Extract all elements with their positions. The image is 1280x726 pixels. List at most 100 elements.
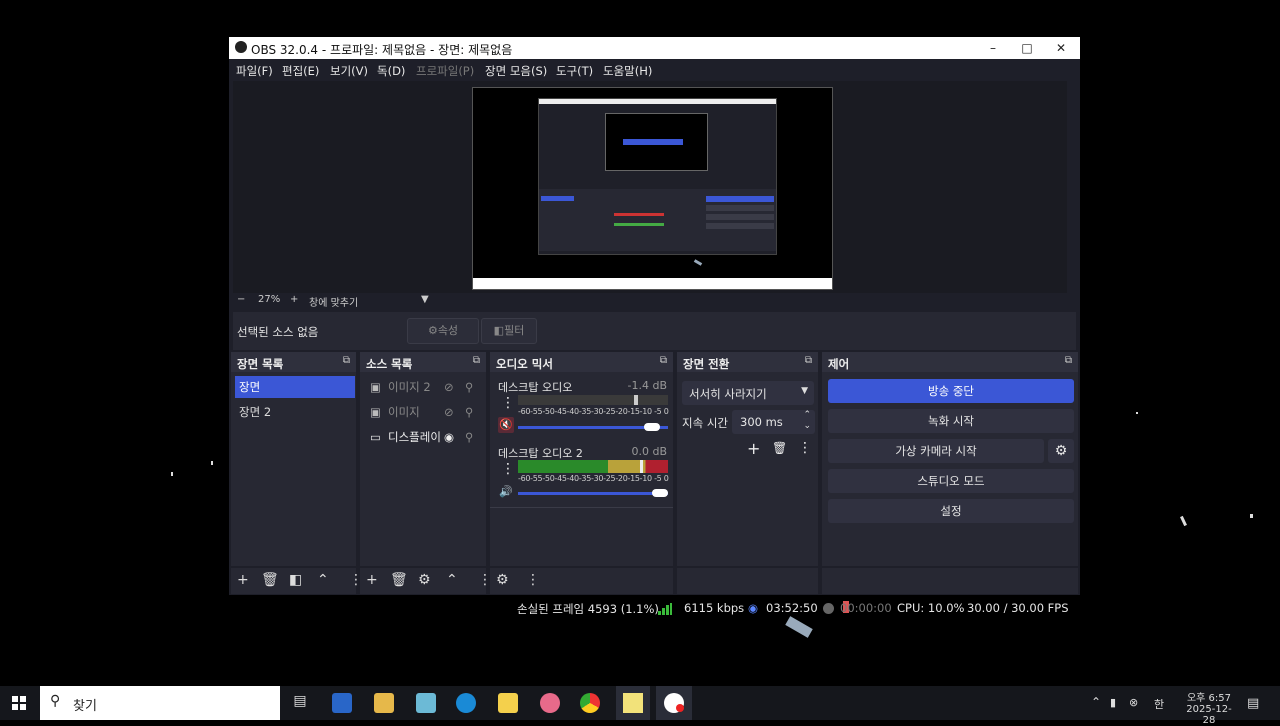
move-up-icon[interactable]: ⌃: [317, 572, 329, 588]
move-up-icon[interactable]: ⌃: [446, 572, 458, 588]
more-icon[interactable]: ⋮: [526, 572, 540, 588]
more-icon[interactable]: ⋮: [798, 440, 812, 456]
menu-tools[interactable]: 도구(T): [556, 63, 593, 79]
studio-mode-button[interactable]: 스튜디오 모드: [828, 469, 1074, 493]
duration-label: 지속 시간: [682, 416, 728, 430]
virtual-camera-settings-gear-icon[interactable]: ⚙: [1048, 439, 1074, 463]
duration-value: 300 ms: [740, 415, 783, 429]
preview-area[interactable]: [233, 81, 1067, 293]
transitions-dock: 장면 전환 ⧉ 서서히 사라지기 ▼ 지속 시간 300 ms ⌃ ⌄ + 🗑 ⋮: [677, 352, 818, 566]
task-view-icon[interactable]: ▤: [290, 693, 310, 713]
maximize-icon[interactable]: □: [1010, 37, 1044, 59]
speaker-icon[interactable]: 🔊: [498, 484, 514, 500]
menu-help[interactable]: 도움말(H): [603, 63, 652, 79]
bitrate: 6115 kbps: [684, 601, 745, 615]
source-row[interactable]: ▣ 이미지 ⊘ ⚲: [362, 401, 486, 423]
transition-select[interactable]: 서서히 사라지기 ▼: [682, 381, 814, 405]
eye-icon[interactable]: ◉: [444, 426, 454, 448]
eye-hidden-icon[interactable]: ⊘: [444, 376, 454, 398]
menu-edit[interactable]: 편집(E): [282, 63, 319, 79]
chevron-up-icon[interactable]: ⌃: [803, 410, 811, 420]
menu-scene-collection[interactable]: 장면 모음(S): [485, 63, 547, 79]
undock-icon[interactable]: ⧉: [660, 355, 667, 366]
undock-icon[interactable]: ⧉: [1065, 355, 1072, 366]
store-icon[interactable]: [332, 693, 352, 713]
add-scene-icon[interactable]: +: [237, 572, 249, 588]
windows-start-icon[interactable]: [12, 696, 26, 710]
source-row[interactable]: ▭ 디스플레이 ◉ ⚲: [362, 426, 486, 448]
start-virtual-camera-button[interactable]: 가상 카메라 시작: [828, 439, 1044, 463]
zoom-out-button[interactable]: −: [237, 294, 245, 305]
duration-spinbox[interactable]: 300 ms ⌃ ⌄: [732, 410, 815, 434]
menu-docks[interactable]: 독(D): [377, 63, 405, 79]
minimize-icon[interactable]: –: [976, 37, 1010, 59]
context-bar: 선택된 소스 없음 ⚙속성 ◧필터: [233, 312, 1076, 350]
lock-icon[interactable]: ⚲: [465, 426, 473, 448]
chevron-down-icon[interactable]: ⌄: [803, 421, 811, 431]
stop-streaming-button[interactable]: 방송 중단: [828, 379, 1074, 403]
taskbar-active-app[interactable]: [616, 686, 650, 720]
eye-hidden-icon[interactable]: ⊘: [444, 401, 454, 423]
app-icon: [623, 693, 643, 713]
advanced-audio-icon[interactable]: ⚙: [496, 572, 509, 588]
gear-icon[interactable]: ⚙: [418, 572, 431, 588]
close-icon[interactable]: ✕: [1044, 37, 1078, 59]
nested-taskbar: [473, 278, 832, 289]
input-language[interactable]: 한: [1154, 696, 1164, 712]
battery-icon[interactable]: ▮: [1110, 696, 1116, 709]
obs-logo-icon: [235, 41, 247, 53]
scene-item[interactable]: 장면 2: [235, 401, 355, 423]
source-row[interactable]: ▣ 이미지 2 ⊘ ⚲: [362, 376, 486, 398]
slider-handle[interactable]: [652, 489, 668, 497]
filter-icon[interactable]: ◧: [289, 572, 302, 588]
chrome-icon[interactable]: [580, 693, 600, 713]
undock-icon[interactable]: ⧉: [343, 355, 350, 366]
settings-button[interactable]: 설정: [828, 499, 1074, 523]
mute-icon[interactable]: ⊗: [1129, 696, 1138, 709]
menu-profile[interactable]: 프로파일(P): [416, 63, 474, 79]
transitions-toolbar: [677, 568, 818, 594]
filter-icon: ◧: [493, 324, 505, 337]
image-icon: ▣: [370, 405, 381, 419]
file-explorer-icon[interactable]: [374, 693, 394, 713]
filters-label: 필터: [504, 324, 525, 337]
clock[interactable]: 오후 6:57 2025-12-28: [1180, 689, 1238, 726]
zoom-in-button[interactable]: +: [290, 294, 298, 305]
more-icon[interactable]: ⋮: [501, 461, 515, 477]
paint-icon[interactable]: [540, 693, 560, 713]
start-recording-button[interactable]: 녹화 시작: [828, 409, 1074, 433]
add-transition-icon[interactable]: +: [747, 439, 760, 458]
properties-button[interactable]: ⚙속성: [407, 318, 479, 344]
mixer-title: 오디오 믹서: [496, 357, 553, 371]
muted-speaker-icon[interactable]: 🔇: [498, 417, 514, 433]
add-source-icon[interactable]: +: [366, 572, 378, 588]
chevron-down-icon[interactable]: ▼: [421, 294, 429, 305]
mixer-header: 오디오 믹서 ⧉: [490, 352, 673, 372]
lock-icon[interactable]: ⚲: [465, 401, 473, 423]
notification-icon[interactable]: ▤: [1247, 696, 1259, 711]
more-icon[interactable]: ⋮: [501, 395, 515, 411]
trash-icon[interactable]: 🗑: [261, 572, 279, 588]
filters-button[interactable]: ◧필터: [481, 318, 537, 344]
volume-slider[interactable]: [518, 423, 668, 431]
nested-preview: [538, 98, 777, 255]
sticky-notes-icon[interactable]: [498, 693, 518, 713]
zoom-fit-label[interactable]: 창에 맞추기: [309, 294, 358, 309]
undock-icon[interactable]: ⧉: [473, 355, 480, 366]
taskbar-search-box[interactable]: ⚲ 찾기: [40, 686, 280, 720]
slider-handle[interactable]: [644, 423, 660, 431]
undock-icon[interactable]: ⧉: [805, 355, 812, 366]
volume-slider[interactable]: [518, 489, 668, 497]
scene-item[interactable]: 장면: [235, 376, 355, 398]
trash-icon[interactable]: 🗑: [390, 572, 408, 588]
search-icon: ⚲: [50, 693, 61, 709]
menu-view[interactable]: 보기(V): [330, 63, 368, 79]
preview-canvas[interactable]: [472, 87, 833, 290]
app-icon[interactable]: [416, 693, 436, 713]
taskbar-obs[interactable]: [656, 686, 692, 720]
trash-icon[interactable]: 🗑: [772, 441, 787, 455]
menu-file[interactable]: 파일(F): [236, 63, 273, 79]
lock-icon[interactable]: ⚲: [465, 376, 473, 398]
edge-icon[interactable]: [456, 693, 476, 713]
chevron-up-icon[interactable]: ⌃: [1091, 695, 1101, 709]
